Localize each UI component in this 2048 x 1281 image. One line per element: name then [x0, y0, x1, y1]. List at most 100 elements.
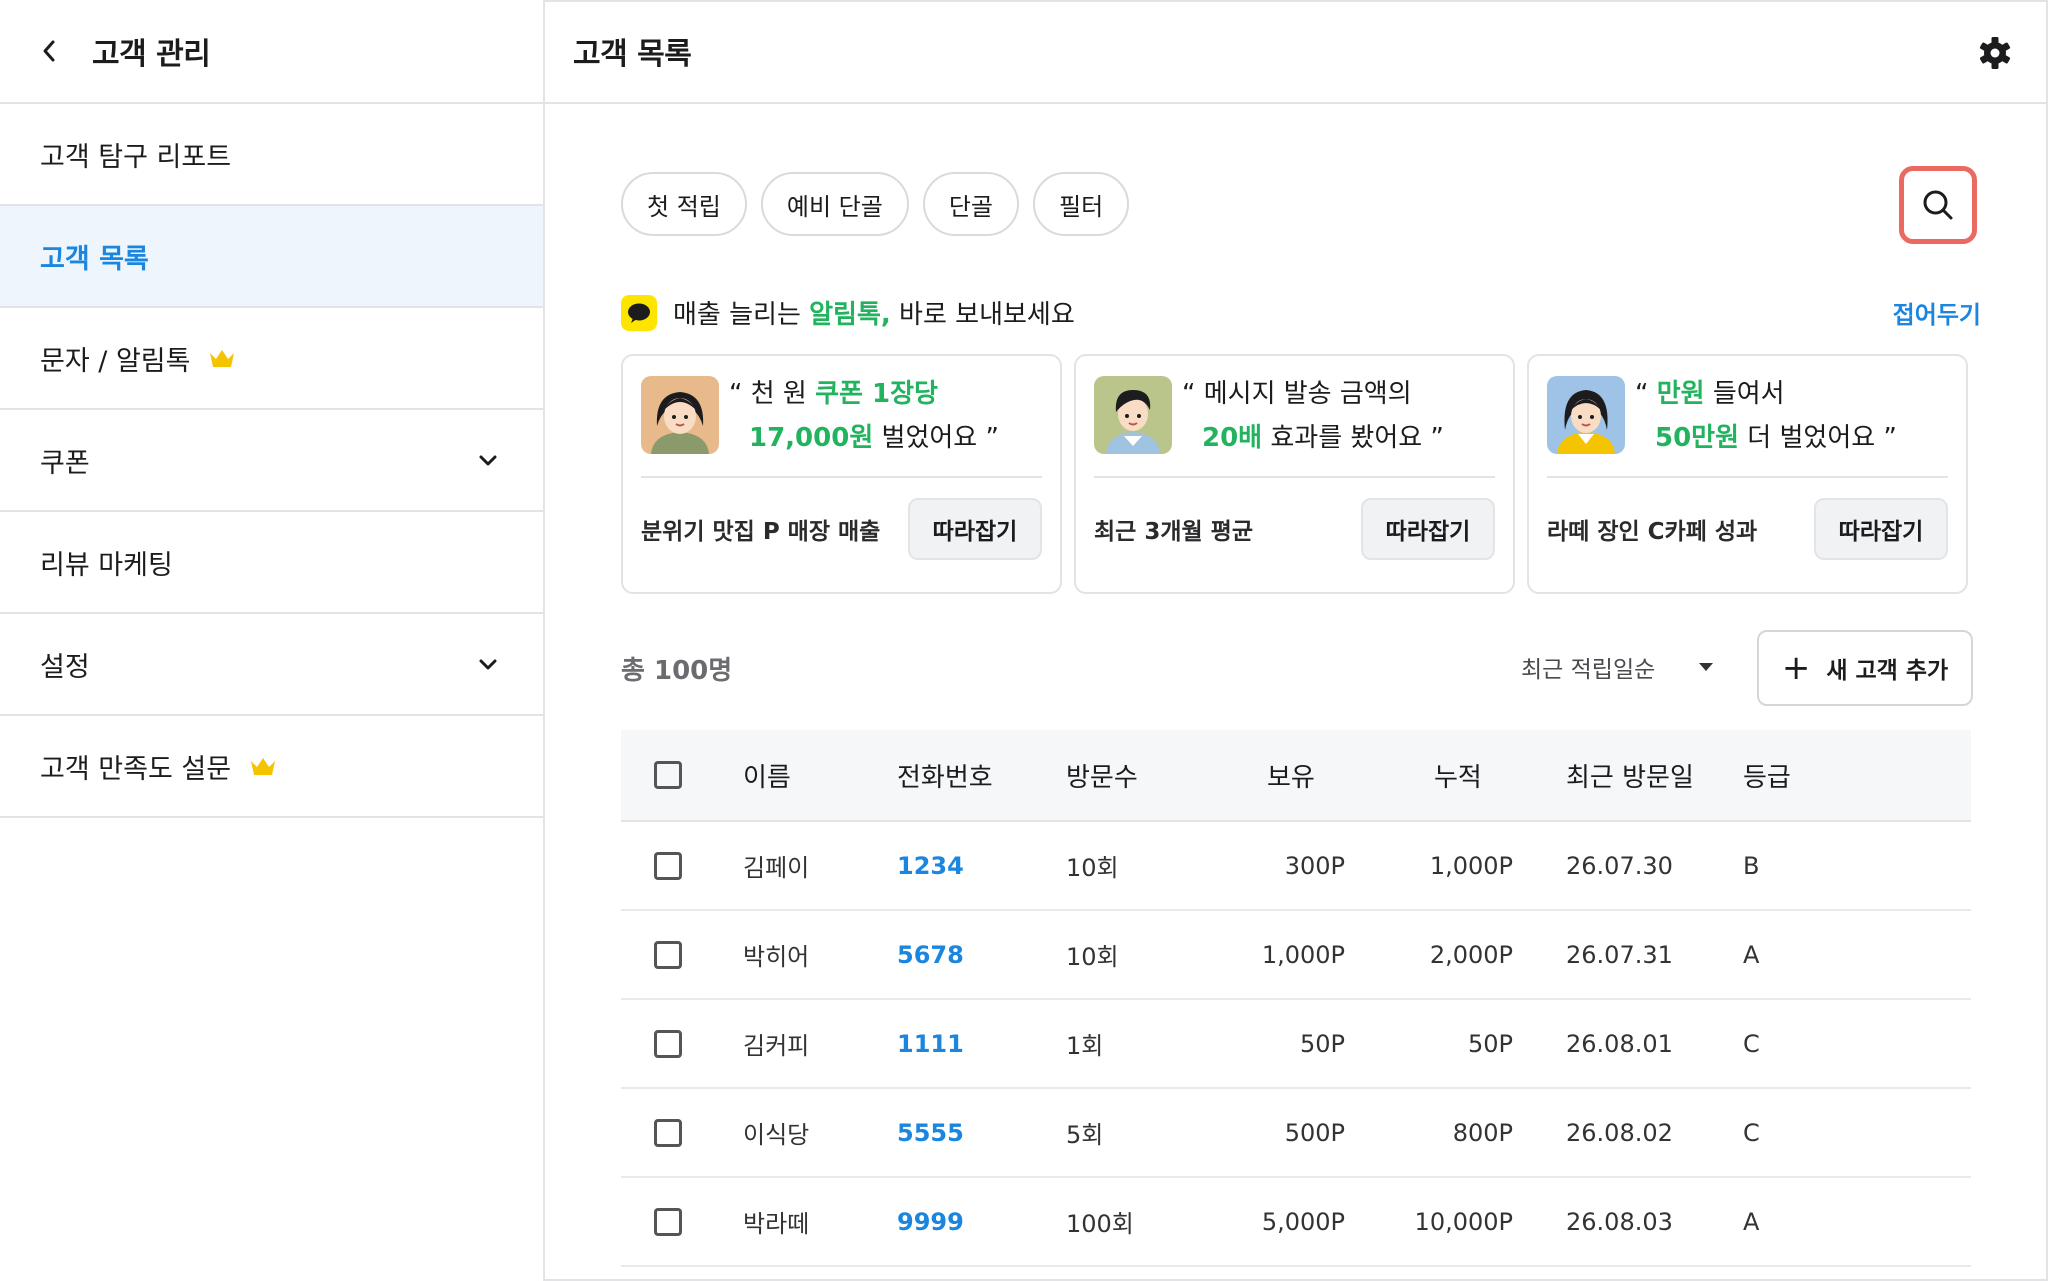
cell-visits: 1회: [1066, 1032, 1104, 1060]
main-header: 고객 목록: [545, 0, 2048, 104]
table-header: 이름 전화번호 방문수 보유 누적 최근 방문일 등급: [621, 730, 1971, 822]
cell-phone[interactable]: 1234: [897, 852, 964, 880]
cell-date: 26.07.31: [1566, 940, 1673, 969]
cell-hold: 50P: [1299, 1029, 1345, 1058]
cell-hold: 500P: [1284, 1118, 1345, 1147]
sidebar-item-label: 문자 / 알림톡: [40, 345, 191, 377]
filter-chips: 첫 적립 예비 단골 단골 필터: [621, 172, 1130, 236]
table-row[interactable]: 박라떼 9999 100회 5,000P 10,000P 26.08.03 A: [621, 1178, 1971, 1267]
follow-button[interactable]: 따라잡기: [1361, 498, 1495, 560]
avatar-woman-icon: [1547, 376, 1625, 454]
cell-acc: 2,000P: [1429, 940, 1513, 969]
cell-hold: 5,000P: [1261, 1207, 1345, 1236]
sidebar-title: 고객 관리: [92, 37, 211, 72]
crown-icon: [251, 758, 276, 775]
card-caption: 최근 3개월 평균: [1094, 519, 1253, 545]
cell-grade: A: [1743, 1207, 1760, 1236]
cell-date: 26.08.01: [1566, 1029, 1673, 1058]
promo-text: 매출 늘리는 알림톡, 바로 보내보세요: [673, 294, 1075, 331]
sidebar-item-label: 고객 탐구 리포트: [40, 141, 232, 173]
sidebar-item-label: 리뷰 마케팅: [40, 549, 173, 581]
sidebar-item-label: 고객 목록: [40, 243, 149, 275]
plus-icon: +: [1781, 648, 1811, 688]
cell-visits: 100회: [1066, 1210, 1134, 1238]
add-customer-label: 새 고객 추가: [1826, 658, 1949, 684]
chip-filter[interactable]: 필터: [1033, 172, 1130, 236]
cell-date: 26.08.02: [1566, 1118, 1673, 1147]
col-acc[interactable]: 누적: [1434, 757, 1482, 794]
page-title: 고객 목록: [573, 37, 692, 72]
col-visits[interactable]: 방문수: [1066, 757, 1138, 794]
row-checkbox[interactable]: [654, 1029, 682, 1058]
sort-dropdown[interactable]: 최근 적립일순: [1521, 650, 1714, 684]
success-card: “ 만원 들여서 50만원 더 벌었어요 ” 라떼 장인 C카페 성과 따라잡기: [1527, 354, 1968, 594]
sidebar-header: 고객 관리: [0, 0, 543, 104]
sidebar-item-label: 쿠폰: [40, 447, 90, 479]
cell-phone[interactable]: 5678: [897, 941, 964, 969]
quote-text: 더 벌었어요 ”: [1739, 423, 1897, 453]
quote-text: 들여서: [1704, 379, 1785, 409]
caret-down-icon: [1699, 663, 1714, 671]
cell-acc: 1,000P: [1429, 851, 1513, 880]
col-date[interactable]: 최근 방문일: [1566, 757, 1694, 794]
table-row[interactable]: 이식당 5555 5회 500P 800P 26.08.02 C: [621, 1089, 1971, 1178]
chevron-left-icon[interactable]: [36, 38, 62, 64]
col-hold[interactable]: 보유: [1267, 757, 1315, 794]
chip-regular[interactable]: 단골: [922, 172, 1019, 236]
follow-button[interactable]: 따라잡기: [908, 498, 1042, 560]
add-customer-button[interactable]: + 새 고객 추가: [1757, 630, 1973, 706]
collapse-link[interactable]: 접어두기: [1893, 295, 1981, 330]
chip-first-earn[interactable]: 첫 적립: [621, 172, 747, 236]
follow-button[interactable]: 따라잡기: [1814, 498, 1948, 560]
cell-visits: 10회: [1066, 854, 1119, 882]
cell-visits: 5회: [1066, 1121, 1104, 1149]
crown-icon: [210, 350, 235, 367]
cell-grade: C: [1743, 1118, 1760, 1147]
promo-suffix: 바로 보내보세요: [890, 300, 1075, 330]
row-checkbox[interactable]: [654, 1118, 682, 1147]
cell-grade: C: [1743, 1029, 1760, 1058]
card-caption: 분위기 맛집 P 매장 매출: [641, 519, 881, 545]
table-row[interactable]: 박히어 5678 10회 1,000P 2,000P 26.07.31 A: [621, 911, 1971, 1000]
quote-text: “ 천 원: [729, 379, 816, 409]
cell-acc: 50P: [1467, 1029, 1513, 1058]
customer-table: 이름 전화번호 방문수 보유 누적 최근 방문일 등급 김페이 1234 10회…: [621, 730, 1971, 1267]
col-grade[interactable]: 등급: [1743, 757, 1791, 794]
sidebar-item-settings[interactable]: 설정: [0, 614, 543, 716]
chip-pre-regular[interactable]: 예비 단골: [760, 172, 909, 236]
sidebar-item-coupon[interactable]: 쿠폰: [0, 410, 543, 512]
gear-icon[interactable]: [1978, 36, 2012, 70]
sidebar-item-report[interactable]: 고객 탐구 리포트: [0, 104, 543, 206]
card-caption: 라떼 장인 C카페 성과: [1547, 519, 1758, 545]
col-phone[interactable]: 전화번호: [897, 757, 993, 794]
total-count: 총 100명: [621, 656, 733, 686]
quote-highlight: 만원: [1656, 379, 1705, 409]
cell-phone[interactable]: 9999: [897, 1208, 964, 1236]
main-content: 고객 목록 첫 적립 예비 단골 단골 필터 매출 늘리는 알림톡, 바로 보내…: [545, 0, 2048, 1281]
sidebar-item-label: 설정: [40, 651, 90, 683]
row-checkbox[interactable]: [654, 940, 682, 969]
quote-highlight: 50만원: [1655, 423, 1740, 453]
select-all-checkbox[interactable]: [654, 761, 682, 789]
sidebar-item-review[interactable]: 리뷰 마케팅: [0, 512, 543, 614]
search-button[interactable]: [1899, 166, 1977, 244]
cell-phone[interactable]: 5555: [897, 1119, 964, 1147]
cell-grade: A: [1743, 940, 1760, 969]
promo-highlight: 알림톡,: [809, 300, 891, 330]
table-row[interactable]: 김커피 1111 1회 50P 50P 26.08.01 C: [621, 1000, 1971, 1089]
avatar-woman-icon: [641, 376, 719, 454]
sidebar-item-message[interactable]: 문자 / 알림톡: [0, 308, 543, 410]
col-name[interactable]: 이름: [743, 757, 791, 794]
row-checkbox[interactable]: [654, 1207, 682, 1236]
table-row[interactable]: 김페이 1234 10회 300P 1,000P 26.07.30 B: [621, 822, 1971, 911]
cell-phone[interactable]: 1111: [897, 1030, 964, 1058]
cell-grade: B: [1743, 851, 1760, 880]
cell-hold: 300P: [1284, 851, 1345, 880]
row-checkbox[interactable]: [654, 851, 682, 880]
success-card: “ 천 원 쿠폰 1장당 17,000원 벌었어요 ” 분위기 맛집 P 매장 …: [621, 354, 1062, 594]
sidebar-item-survey[interactable]: 고객 만족도 설문: [0, 716, 543, 818]
sidebar-item-customer-list[interactable]: 고객 목록: [0, 206, 543, 308]
cell-acc: 800P: [1452, 1118, 1513, 1147]
quote-highlight: 쿠폰 1장당: [815, 379, 938, 409]
sort-label: 최근 적립일순: [1521, 657, 1656, 683]
